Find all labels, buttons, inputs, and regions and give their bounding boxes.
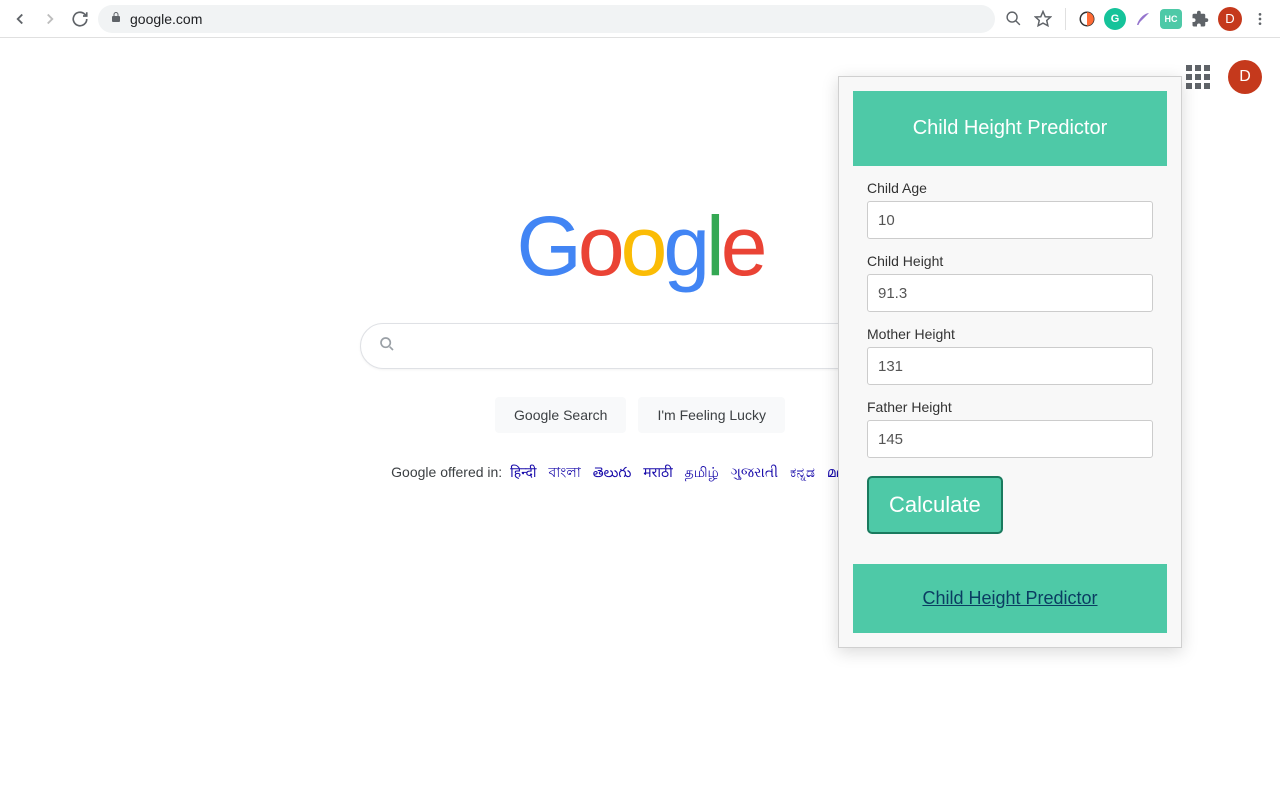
google-account-avatar[interactable]: D [1228,60,1262,94]
profile-avatar-small[interactable]: D [1218,7,1242,31]
lock-icon [110,11,122,26]
google-search-button[interactable]: Google Search [495,397,626,433]
search-icon [379,336,395,357]
google-apps-icon[interactable] [1186,65,1210,89]
field-child-age: Child Age [867,180,1153,239]
address-bar[interactable]: google.com [98,5,995,33]
language-links: Google offered in: हिन्दी বাংলা తెలుగు म… [391,461,889,485]
back-button[interactable] [8,7,32,31]
lang-link[interactable]: ગુજરાતી [731,464,778,480]
browser-menu-icon[interactable] [1248,7,1272,31]
extensions-puzzle-icon[interactable] [1188,7,1212,31]
extension-grammarly-icon[interactable]: G [1104,8,1126,30]
google-logo: G o o g l e [517,198,764,295]
google-buttons: Google Search I'm Feeling Lucky [495,397,785,433]
mother-height-input[interactable] [867,347,1153,385]
father-height-label: Father Height [867,399,1153,415]
father-height-input[interactable] [867,420,1153,458]
popup-title: Child Height Predictor [853,91,1167,166]
feeling-lucky-button[interactable]: I'm Feeling Lucky [638,397,785,433]
bookmark-star-icon[interactable] [1031,7,1055,31]
field-mother-height: Mother Height [867,326,1153,385]
url-text: google.com [130,11,202,27]
google-header: D [1186,60,1262,94]
forward-button[interactable] [38,7,62,31]
child-age-input[interactable] [867,201,1153,239]
zoom-icon[interactable] [1001,7,1025,31]
field-father-height: Father Height [867,399,1153,458]
popup-footer-link[interactable]: Child Height Predictor [922,588,1097,608]
popup-footer: Child Height Predictor [853,564,1167,633]
child-height-label: Child Height [867,253,1153,269]
lang-link[interactable]: मराठी [643,464,672,480]
lang-link[interactable]: हिन्दी [510,464,536,480]
browser-toolbar: google.com G HC D [0,0,1280,38]
extension-height-predictor-icon[interactable]: HC [1160,9,1182,29]
page-content: D G o o g l e Google Search I'm Feeling … [0,38,1280,800]
field-child-height: Child Height [867,253,1153,312]
extension-popup: Child Height Predictor Child Age Child H… [838,76,1182,648]
extension-feather-icon[interactable] [1132,8,1154,30]
child-age-label: Child Age [867,180,1153,196]
reload-button[interactable] [68,7,92,31]
extension-swirl-icon[interactable] [1076,8,1098,30]
lang-link[interactable]: ಕನ್ನಡ [790,464,815,480]
search-input[interactable] [360,323,920,369]
calculate-button[interactable]: Calculate [867,476,1003,534]
mother-height-label: Mother Height [867,326,1153,342]
lang-link[interactable]: বাংলা [548,464,580,480]
offered-in-label: Google offered in: [391,464,502,480]
separator [1065,8,1066,30]
lang-link[interactable]: తెలుగు [593,464,632,480]
lang-link[interactable]: தமிழ் [685,464,719,480]
child-height-input[interactable] [867,274,1153,312]
